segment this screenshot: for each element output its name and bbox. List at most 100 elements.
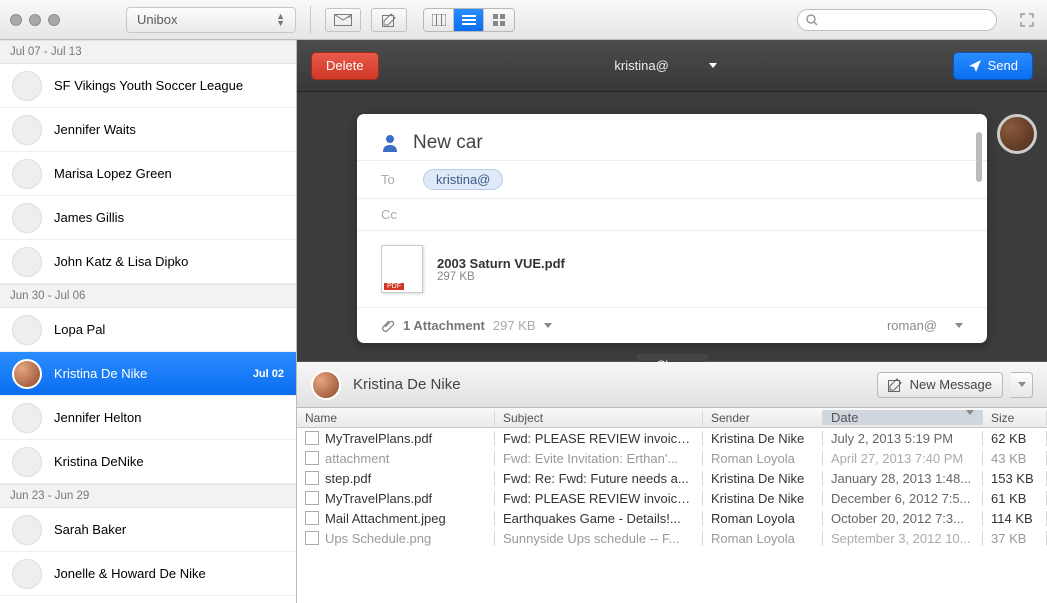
table-row[interactable]: MyTravelPlans.pdfFwd: PLEASE REVIEW invo… bbox=[297, 428, 1047, 448]
minimize-window-icon[interactable] bbox=[29, 14, 41, 26]
view-mode-list[interactable] bbox=[454, 9, 484, 31]
attachment-filesize: 297 KB bbox=[437, 271, 565, 283]
close-window-icon[interactable] bbox=[10, 14, 22, 26]
column-size[interactable]: Size bbox=[983, 411, 1047, 425]
toolbar-divider bbox=[310, 6, 311, 34]
file-name: MyTravelPlans.pdf bbox=[325, 431, 432, 446]
app-name: Unibox bbox=[137, 12, 177, 27]
item-date: Jul 02 bbox=[253, 368, 284, 380]
avatar bbox=[12, 71, 42, 101]
send-button[interactable]: Send bbox=[953, 52, 1033, 80]
content-area: Delete kristina@ Send New car bbox=[297, 40, 1047, 603]
subject-row: New car bbox=[357, 114, 987, 160]
table-row[interactable]: Ups Schedule.pngSunnyside Ups schedule -… bbox=[297, 528, 1047, 548]
zoom-window-icon[interactable] bbox=[48, 14, 60, 26]
view-mode-columns[interactable] bbox=[424, 9, 454, 31]
table-body: MyTravelPlans.pdf Fwd: PLEASE REVIEW invo… bbox=[297, 428, 1047, 603]
pdf-thumbnail-icon[interactable] bbox=[381, 245, 423, 293]
avatar bbox=[12, 559, 42, 589]
avatar bbox=[12, 115, 42, 145]
table-row[interactable]: attachmentFwd: Evite Invitation: Erthan'… bbox=[297, 448, 1047, 468]
avatar bbox=[12, 447, 42, 477]
sidebar-item[interactable]: Jennifer Helton bbox=[0, 396, 296, 440]
row-size: 62 KB bbox=[983, 431, 1047, 446]
sidebar-item[interactable]: Sarah Baker bbox=[0, 508, 296, 552]
table-row[interactable]: Mail Attachment.jpegEarthquakes Game - D… bbox=[297, 508, 1047, 528]
row-sender: Kristina De Nike bbox=[703, 491, 823, 506]
scrollbar[interactable] bbox=[976, 132, 982, 182]
file-name: step.pdf bbox=[325, 471, 371, 486]
account-switcher-dropdown[interactable]: Unibox ▲▼ bbox=[126, 7, 296, 33]
column-sender[interactable]: Sender bbox=[703, 411, 823, 425]
date-separator: Jun 23 - Jun 29 bbox=[0, 484, 296, 508]
row-size: 43 KB bbox=[983, 451, 1047, 466]
file-icon bbox=[305, 431, 319, 445]
sidebar-item[interactable]: James Gillis bbox=[0, 196, 296, 240]
send-icon bbox=[968, 59, 982, 73]
column-subject[interactable]: Subject bbox=[495, 411, 703, 425]
sidebar-item[interactable]: Kristina De NikeJul 02 bbox=[0, 352, 296, 396]
new-message-button[interactable]: New Message bbox=[877, 372, 1003, 398]
chevron-down-icon[interactable] bbox=[544, 323, 552, 328]
contact-name: Marisa Lopez Green bbox=[54, 166, 284, 181]
cc-label: Cc bbox=[381, 207, 411, 222]
sidebar-item[interactable]: Jonelle & Howard De Nike bbox=[0, 552, 296, 596]
contact-name: James Gillis bbox=[54, 210, 284, 225]
view-mode-segmented bbox=[423, 8, 515, 32]
delete-button[interactable]: Delete bbox=[311, 52, 379, 80]
column-name[interactable]: Name bbox=[297, 411, 495, 425]
table-row[interactable]: step.pdf Fwd: Re: Fwd: Future needs a...K… bbox=[297, 468, 1047, 488]
contact-name: Jennifer Waits bbox=[54, 122, 284, 137]
row-subject: Fwd: Re: Fwd: Future needs a... bbox=[495, 471, 703, 486]
row-date: January 28, 2013 1:48... bbox=[823, 471, 983, 486]
subject-field[interactable]: New car bbox=[413, 132, 483, 154]
chevron-updown-icon: ▲▼ bbox=[276, 13, 285, 27]
sidebar-item[interactable]: Lopa Pal bbox=[0, 308, 296, 352]
attachment-info: 2003 Saturn VUE.pdf 297 KB bbox=[437, 256, 565, 283]
person-avatar[interactable] bbox=[311, 370, 341, 400]
row-subject: Fwd: Evite Invitation: Erthan'... bbox=[495, 451, 703, 466]
attachment-filename: 2003 Saturn VUE.pdf bbox=[437, 256, 565, 271]
chevron-down-icon[interactable] bbox=[955, 323, 963, 328]
contact-name: Jonelle & Howard De Nike bbox=[54, 566, 284, 581]
sidebar-item[interactable]: SF Vikings Youth Soccer League bbox=[0, 64, 296, 108]
chevron-down-icon bbox=[709, 63, 717, 68]
paperclip-icon[interactable] bbox=[381, 319, 395, 333]
row-date: December 6, 2012 7:5... bbox=[823, 491, 983, 506]
search-input[interactable] bbox=[797, 9, 997, 31]
inbox-button[interactable] bbox=[325, 8, 361, 32]
sidebar-item[interactable]: John Katz & Lisa Dipko bbox=[0, 240, 296, 284]
file-icon bbox=[305, 511, 319, 525]
avatar bbox=[12, 247, 42, 277]
new-message-dropdown[interactable] bbox=[1011, 372, 1033, 398]
header-recipient[interactable]: kristina@ bbox=[379, 58, 953, 73]
fullscreen-icon[interactable] bbox=[1017, 10, 1037, 30]
to-recipient-token[interactable]: kristina@ bbox=[423, 169, 503, 190]
sidebar-item[interactable]: Marisa Lopez Green bbox=[0, 152, 296, 196]
avatar bbox=[12, 359, 42, 389]
sidebar-item[interactable]: Kristina DeNike bbox=[0, 440, 296, 484]
row-date: April 27, 2013 7:40 PM bbox=[823, 451, 983, 466]
from-account-dropdown[interactable]: roman@ bbox=[887, 318, 937, 333]
row-subject: Fwd: PLEASE REVIEW invoice... bbox=[495, 491, 703, 506]
compose-toolbar: Delete kristina@ Send bbox=[297, 40, 1047, 92]
sender-avatar[interactable] bbox=[997, 114, 1037, 154]
column-date[interactable]: Date bbox=[823, 410, 983, 425]
sidebar-item[interactable]: Jennifer Waits bbox=[0, 108, 296, 152]
avatar bbox=[12, 203, 42, 233]
row-sender: Kristina De Nike bbox=[703, 471, 823, 486]
attachment-row: 2003 Saturn VUE.pdf 297 KB bbox=[357, 230, 987, 307]
cc-row[interactable]: Cc bbox=[357, 198, 987, 230]
table-row[interactable]: MyTravelPlans.pdfFwd: PLEASE REVIEW invo… bbox=[297, 488, 1047, 508]
avatar bbox=[12, 315, 42, 345]
avatar bbox=[12, 515, 42, 545]
row-sender: Roman Loyola bbox=[703, 451, 823, 466]
row-size: 153 KB bbox=[983, 471, 1047, 486]
contact-name: Jennifer Helton bbox=[54, 410, 284, 425]
row-sender: Kristina De Nike bbox=[703, 431, 823, 446]
compose-button[interactable] bbox=[371, 8, 407, 32]
file-icon bbox=[305, 531, 319, 545]
view-mode-grid[interactable] bbox=[484, 9, 514, 31]
table-header: Name Subject Sender Date Size bbox=[297, 408, 1047, 428]
attachments-panel: Close Kristina De Nike New Message Name … bbox=[297, 361, 1047, 603]
